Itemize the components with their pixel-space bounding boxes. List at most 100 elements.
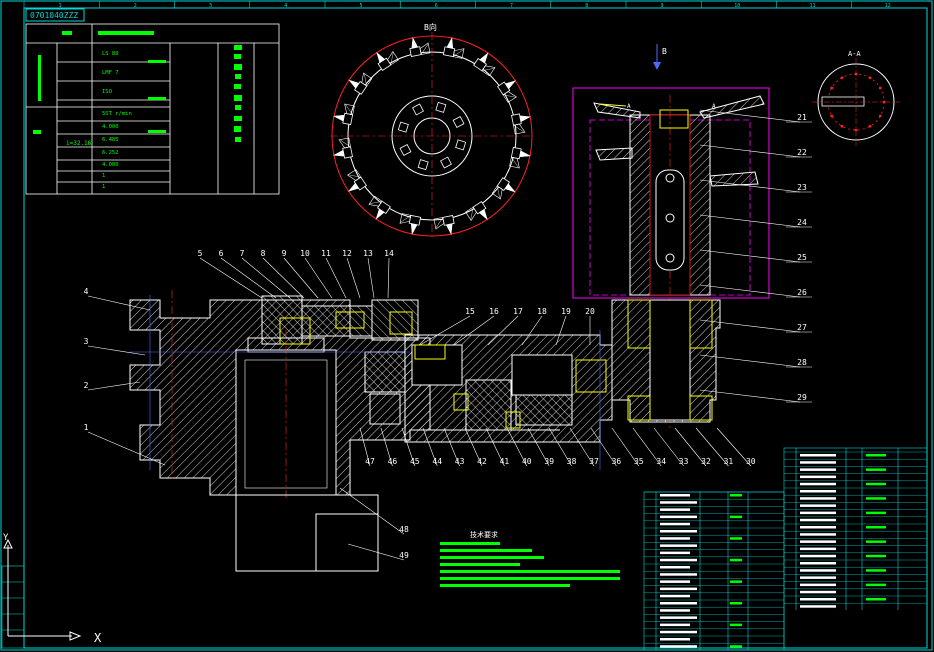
- part-callout: 22: [797, 148, 807, 157]
- parts-list-rows: [644, 451, 927, 648]
- part-callout: 3: [84, 337, 89, 346]
- part-callout: 5: [198, 249, 203, 258]
- spec-ratio: i=32.16: [66, 140, 92, 147]
- zone-number: 5: [359, 3, 362, 9]
- cut-a-right: A: [712, 103, 716, 110]
- spec-value: 6.485: [102, 137, 119, 143]
- cad-drawing: 1 2 3 4 5 6 7 8 9 10 11 12 0701040ZZZ LS 80LMF 7ISO…: [0, 0, 933, 651]
- axis-x-label: X: [94, 631, 102, 645]
- arrow-b-label: B: [662, 47, 667, 56]
- axis-y-label: Y: [3, 533, 9, 543]
- spec-value: LMF 7: [102, 70, 119, 76]
- gearbox-housing: [129, 290, 721, 572]
- spec-table-values: LS 80 LMF 7 ISO 5ST r/min 4.000 6.485 6.252 4.0…: [102, 51, 132, 190]
- zone-number: 11: [809, 3, 815, 9]
- part-callout: 12: [342, 249, 352, 258]
- section-hole: [840, 124, 844, 128]
- spec-green-blocks: [234, 45, 242, 142]
- section-aa-label: A-A: [848, 50, 861, 58]
- bolt-hole: [455, 139, 467, 151]
- view-label-b: B向: [424, 22, 437, 32]
- part-callout: 21: [797, 113, 807, 122]
- bolt-hole: [399, 144, 412, 156]
- zone-number: 12: [885, 3, 891, 9]
- part-callout: 6: [219, 249, 224, 258]
- cutter-pick: [347, 169, 367, 192]
- bolt-hole: [412, 103, 424, 116]
- part-callout: 14: [384, 249, 394, 258]
- part-callout: 24: [797, 218, 807, 227]
- part-callout: 20: [585, 307, 595, 316]
- part-callout: 17: [513, 307, 523, 316]
- technical-notes: [440, 542, 620, 587]
- zone-number: 8: [585, 3, 588, 9]
- axis-indicator: [3, 538, 82, 641]
- part-callout: 48: [399, 525, 409, 534]
- part-callout: 49: [399, 551, 409, 560]
- zone-number: 2: [134, 3, 137, 9]
- bolt-hole: [435, 101, 447, 113]
- section-aa: [812, 58, 900, 146]
- part-callout: 7: [240, 249, 245, 258]
- cutter-pick: [473, 52, 496, 77]
- part-callout: 39: [544, 457, 554, 466]
- zone-number: 4: [284, 3, 287, 9]
- spec-value: 1: [102, 173, 105, 179]
- part-callout: 25: [797, 253, 807, 262]
- part-callout: 9: [282, 249, 287, 258]
- part-callout: 15: [465, 307, 475, 316]
- part-callout: 35: [634, 457, 644, 466]
- zone-number: 10: [734, 3, 740, 9]
- part-callout: 28: [797, 358, 807, 367]
- zone-number: 6: [435, 3, 438, 9]
- part-callout: 32: [701, 457, 711, 466]
- part-callout: 4: [84, 287, 89, 296]
- spec-value: 1: [102, 184, 105, 190]
- cutter-pick: [376, 51, 399, 71]
- zone-number: 1: [58, 3, 61, 9]
- zone-number: 9: [660, 3, 663, 9]
- part-callout: 34: [656, 457, 666, 466]
- part-callout: 43: [455, 457, 465, 466]
- part-callout: 46: [388, 457, 398, 466]
- part-callout: 33: [679, 457, 689, 466]
- part-callout: 41: [500, 457, 510, 466]
- drawing-code: 0701040ZZZ: [30, 11, 78, 20]
- cutter-pick: [465, 201, 488, 221]
- zone-number: 7: [510, 3, 513, 9]
- part-callout: 2: [84, 381, 89, 390]
- part-callout: 13: [363, 249, 373, 258]
- part-callout: 44: [432, 457, 442, 466]
- parts-list: [643, 447, 928, 651]
- part-callout: 37: [589, 457, 599, 466]
- part-callout: 26: [797, 288, 807, 297]
- spec-green-labels: [33, 31, 166, 134]
- part-callout: 42: [477, 457, 487, 466]
- part-callout: 27: [797, 323, 807, 332]
- part-callout: 19: [561, 307, 571, 316]
- part-callout: 23: [797, 183, 807, 192]
- part-callout: 47: [365, 457, 375, 466]
- cutter-pick: [368, 195, 391, 220]
- part-callout: 36: [612, 457, 622, 466]
- part-callout: 38: [567, 457, 577, 466]
- part-callout: 31: [724, 457, 734, 466]
- spec-value: LS 80: [102, 51, 119, 57]
- part-callout: 30: [746, 457, 756, 466]
- spec-value: 5ST r/min: [102, 111, 132, 117]
- part-callout: 18: [537, 307, 547, 316]
- part-callout: 1: [84, 423, 89, 432]
- bolt-hole: [440, 156, 452, 169]
- part-callout: 16: [489, 307, 499, 316]
- spec-value: ISO: [102, 89, 112, 95]
- cutter-head-view: [330, 32, 886, 240]
- bolt-hole: [397, 121, 409, 133]
- zone-number: 3: [209, 3, 212, 9]
- cutter-pick: [491, 177, 516, 200]
- cutter-pick: [348, 72, 373, 95]
- part-callout: 29: [797, 393, 807, 402]
- cutter-pick: [497, 80, 517, 103]
- part-callout: 10: [300, 249, 310, 258]
- cut-a-left: A: [627, 103, 631, 110]
- part-callout: 8: [261, 249, 266, 258]
